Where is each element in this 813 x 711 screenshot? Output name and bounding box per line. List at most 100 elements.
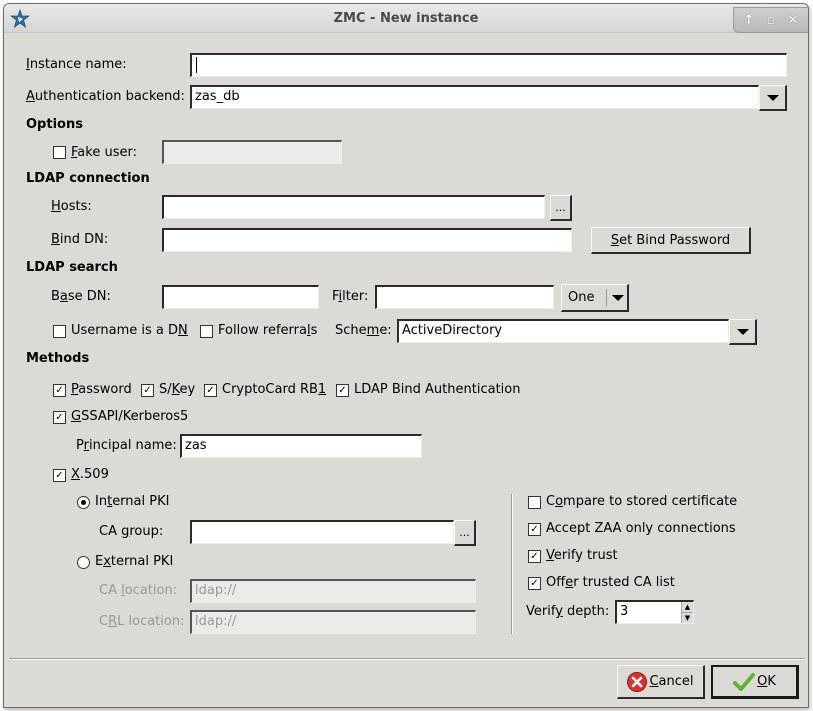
ca-group-browse-button[interactable]: ... (454, 520, 476, 546)
hosts-input[interactable] (162, 195, 545, 219)
base-dn-label: Base DN: (51, 289, 111, 304)
shade-button[interactable]: ↑ (740, 11, 758, 29)
ldap-bind-auth-label: LDAP Bind Authentication (354, 382, 521, 397)
checkmark-icon: ✓ (55, 470, 64, 481)
follow-referrals-label: Follow referrals (218, 323, 318, 338)
instance-name-label: Instance name: (26, 57, 127, 72)
set-bind-password-button[interactable]: Set Bind Password (591, 227, 751, 254)
external-pki-radio[interactable] (77, 556, 90, 569)
ca-group-label: CA group: (99, 524, 164, 539)
skey-label: S/Key (159, 382, 196, 397)
x509-label: X.509 (71, 467, 109, 482)
fake-user-input[interactable] (162, 140, 342, 164)
verify-depth-value: 3 (620, 604, 629, 619)
arrow-up-icon: ↑ (743, 12, 755, 28)
close-button[interactable]: ✕ (784, 11, 802, 29)
dropdown-separator (606, 289, 607, 306)
chevron-down-icon (612, 295, 624, 301)
principal-name-label: Principal name: (76, 438, 177, 453)
filter-input[interactable] (375, 285, 554, 309)
checkmark-icon: ✓ (530, 578, 539, 589)
checkmark-icon: ✓ (530, 524, 539, 535)
ca-group-input[interactable] (190, 520, 454, 544)
chevron-down-icon (736, 328, 749, 335)
spin-buttons: ▲ ▼ (681, 602, 693, 623)
hosts-browse-button[interactable]: ... (550, 195, 572, 221)
window-controls: ↑ ▫ ✕ (733, 7, 808, 33)
chevron-down-icon (766, 94, 779, 101)
username-is-dn-label: Username is a DN (71, 323, 188, 338)
password-checkbox[interactable]: ✓ (53, 384, 66, 397)
checkmark-icon: ✓ (143, 385, 152, 396)
compare-stored-cert-label: Compare to stored certificate (546, 494, 738, 509)
auth-backend-label: Authentication backend: (26, 89, 185, 104)
filter-label: Filter: (332, 289, 369, 304)
close-icon: ✕ (787, 12, 799, 28)
options-header: Options (26, 117, 83, 132)
scope-dropdown[interactable]: One (561, 284, 629, 312)
scope-value: One (568, 290, 595, 305)
horizontal-separator (9, 658, 805, 660)
auth-backend-combo-input[interactable]: zas_db (190, 85, 759, 109)
dialog-window: ZMC - New instance ↑ ▫ ✕ Instance name: … (3, 3, 809, 708)
window-title: ZMC - New instance (333, 11, 479, 26)
compare-stored-cert-checkbox[interactable] (528, 496, 541, 509)
crl-location-label: CRL location: (99, 614, 185, 629)
vertical-separator (511, 494, 513, 634)
auth-backend-dropdown-button[interactable] (759, 85, 787, 111)
hosts-label: Hosts: (51, 199, 92, 214)
verify-trust-label: Verify trust (546, 548, 618, 563)
x509-checkbox[interactable]: ✓ (53, 469, 66, 482)
spin-down-button[interactable]: ▼ (682, 613, 693, 624)
principal-name-input[interactable]: zas (180, 434, 422, 458)
ok-button[interactable]: OK (711, 665, 799, 699)
gssapi-label: GSSAPI/Kerberos5 (71, 409, 189, 424)
text-cursor (196, 56, 197, 73)
external-pki-label: External PKI (95, 554, 174, 569)
gssapi-checkbox[interactable]: ✓ (53, 411, 66, 424)
scheme-label: Scheme: (335, 323, 392, 338)
scheme-dropdown-button[interactable] (729, 319, 757, 345)
password-label: Password (71, 382, 132, 397)
scheme-combo-input[interactable]: ActiveDirectory (397, 319, 729, 343)
cryptocard-label: CryptoCard RB1 (222, 382, 327, 397)
maximize-button[interactable]: ▫ (762, 11, 780, 29)
internal-pki-radio[interactable] (77, 496, 90, 509)
methods-header: Methods (26, 351, 90, 366)
base-dn-input[interactable] (162, 285, 319, 309)
maximize-icon: ▫ (766, 12, 776, 28)
ldap-search-header: LDAP search (26, 260, 118, 275)
fake-user-checkbox[interactable] (53, 146, 66, 159)
ldap-bind-auth-checkbox[interactable]: ✓ (336, 384, 349, 397)
skey-checkbox[interactable]: ✓ (141, 384, 154, 397)
checkmark-icon: ✓ (338, 385, 347, 396)
checkmark-icon (733, 672, 756, 691)
fake-user-label: Fake user: (71, 145, 137, 160)
checkmark-icon: ✓ (206, 385, 215, 396)
spin-up-button[interactable]: ▲ (682, 602, 693, 613)
offer-ca-list-label: Offer trusted CA list (546, 575, 675, 590)
accept-zaa-label: Accept ZAA only connections (546, 521, 736, 536)
bind-dn-input[interactable] (162, 228, 572, 252)
instance-name-input[interactable] (190, 53, 787, 77)
checkmark-icon: ✓ (55, 385, 64, 396)
verify-depth-label: Verify depth: (526, 604, 610, 619)
username-is-dn-checkbox[interactable] (53, 325, 66, 338)
checkmark-icon: ✓ (55, 412, 64, 423)
ca-location-input[interactable]: ldap:// (190, 579, 476, 603)
checkmark-icon: ✓ (530, 551, 539, 562)
internal-pki-label: Internal PKI (95, 494, 170, 509)
title-bar[interactable]: ZMC - New instance ↑ ▫ ✕ (4, 4, 808, 33)
cryptocard-checkbox[interactable]: ✓ (204, 384, 217, 397)
ldap-connection-header: LDAP connection (26, 171, 150, 186)
follow-referrals-checkbox[interactable] (200, 325, 213, 338)
verify-depth-spinbox[interactable]: 3 ▲ ▼ (615, 600, 694, 624)
offer-ca-list-checkbox[interactable]: ✓ (528, 577, 541, 590)
cancel-button[interactable]: Cancel (617, 665, 705, 699)
cancel-icon (627, 671, 648, 692)
crl-location-input[interactable]: ldap:// (190, 610, 476, 634)
ca-location-label: CA location: (99, 583, 178, 598)
accept-zaa-checkbox[interactable]: ✓ (528, 523, 541, 536)
verify-trust-checkbox[interactable]: ✓ (528, 550, 541, 563)
bind-dn-label: Bind DN: (51, 232, 109, 247)
